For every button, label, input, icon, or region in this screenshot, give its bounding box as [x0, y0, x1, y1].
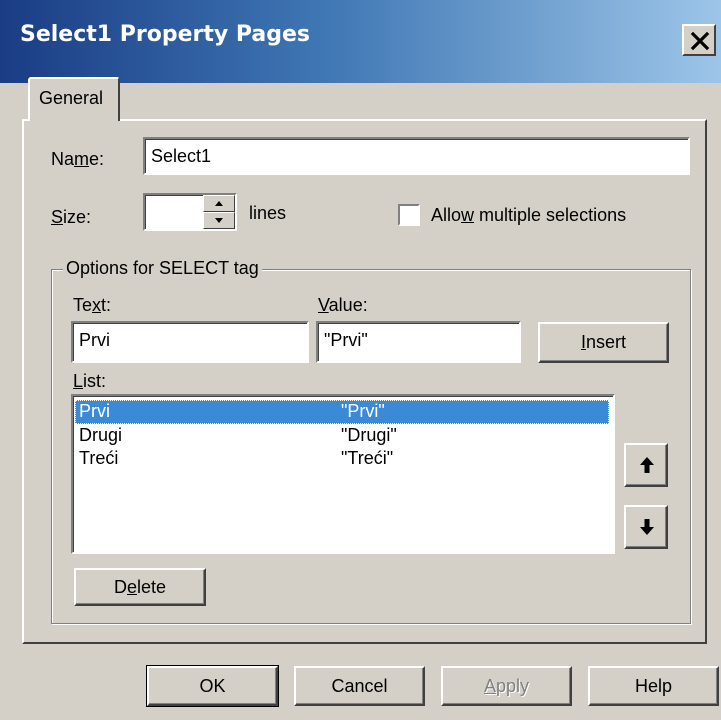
spin-up-icon [215, 201, 223, 206]
tab-general[interactable]: General [28, 77, 120, 121]
move-up-button[interactable] [624, 443, 668, 487]
option-text-value: Prvi [79, 330, 110, 350]
name-label: Name: [51, 149, 105, 169]
spin-down-icon [215, 218, 223, 223]
value-label: Value: [318, 295, 368, 315]
close-icon [690, 31, 710, 51]
list-item[interactable]: Prvi "Prvi" [75, 400, 609, 424]
insert-button[interactable]: Insert [538, 322, 669, 363]
spin-down-button[interactable] [203, 212, 235, 229]
delete-button[interactable]: Delete [74, 568, 206, 606]
title-bar[interactable]: Select1 Property Pages [0, 0, 721, 83]
arrow-up-icon [640, 457, 654, 473]
close-button[interactable] [682, 24, 716, 56]
size-unit-label: lines [249, 203, 287, 223]
spin-up-button[interactable] [203, 195, 235, 212]
arrow-down-icon [640, 519, 654, 535]
allow-multiple-label[interactable]: Allow multiple selections [431, 205, 626, 226]
cancel-button[interactable]: Cancel [294, 666, 425, 706]
list-item[interactable]: Treći "Treći" [75, 447, 609, 471]
property-pages-dialog: Select1 Property Pages General Name: Sel… [0, 0, 721, 720]
size-spinner [203, 195, 235, 229]
tab-general-label: General [39, 88, 104, 108]
help-button[interactable]: Help [588, 666, 719, 706]
options-group-title: Options for SELECT tag [63, 258, 262, 279]
window-title: Select1 Property Pages [20, 22, 311, 47]
name-input-value: Select1 [151, 146, 212, 166]
list-item[interactable]: Drugi "Drugi" [75, 424, 609, 448]
name-input[interactable]: Select1 [143, 137, 690, 175]
ok-button[interactable]: OK [146, 665, 279, 707]
size-label: Size: [51, 207, 92, 227]
option-value-input[interactable]: "Prvi" [316, 321, 521, 363]
apply-button[interactable]: Apply [441, 666, 572, 706]
allow-multiple-checkbox[interactable] [398, 204, 420, 226]
move-down-button[interactable] [624, 505, 668, 549]
text-label: Text: [73, 295, 112, 315]
option-text-input[interactable]: Prvi [71, 321, 309, 363]
list-label: List: [73, 371, 107, 391]
options-listbox[interactable]: Prvi "Prvi" Drugi "Drugi" Treći "Treći" [71, 394, 615, 554]
option-value-value: "Prvi" [324, 330, 368, 350]
